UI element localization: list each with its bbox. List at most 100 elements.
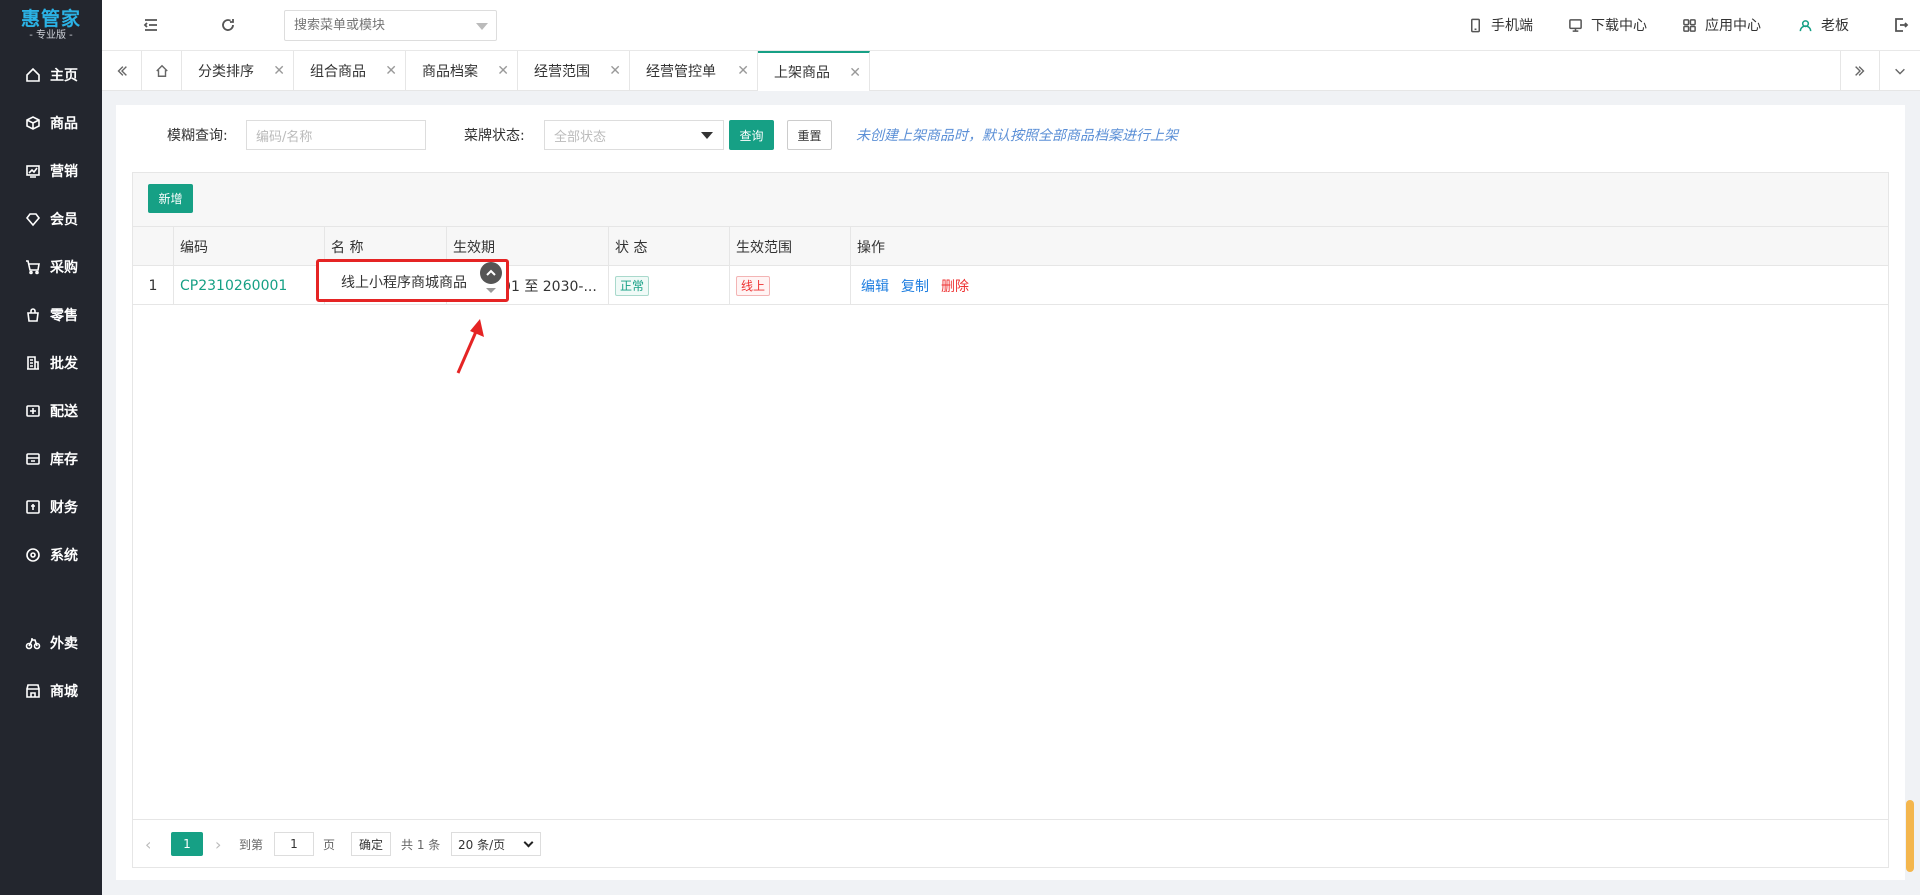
fuzzy-query-input[interactable]: 编码/名称 xyxy=(246,120,426,150)
sidebar-item-retail[interactable]: 零售 xyxy=(0,295,102,335)
close-icon[interactable]: ✕ xyxy=(497,64,509,78)
logout-button[interactable] xyxy=(1890,14,1912,36)
settings-icon xyxy=(24,546,42,564)
sidebar-item-goods[interactable]: 商品 xyxy=(0,103,102,143)
bag-icon xyxy=(24,306,42,324)
row-actions-cell: 编辑 复制 删除 xyxy=(850,266,1888,305)
chart-icon xyxy=(24,162,42,180)
building-icon xyxy=(24,354,42,372)
delete-link[interactable]: 删除 xyxy=(941,276,969,296)
chevron-up-icon[interactable] xyxy=(480,262,502,284)
scroll-down-icon[interactable] xyxy=(486,288,496,293)
close-icon[interactable]: ✕ xyxy=(737,64,749,78)
refresh-button[interactable] xyxy=(217,14,239,36)
menu-search-input[interactable] xyxy=(285,11,465,40)
tab-label: 商品档案 xyxy=(422,64,478,80)
double-chevron-right-icon xyxy=(1855,66,1865,76)
sidebar-item-home[interactable]: 主页 xyxy=(0,55,102,95)
page-size-select[interactable]: 20 条/页 xyxy=(451,832,541,856)
column-header-status: 状 态 xyxy=(608,227,729,266)
warehouse-icon xyxy=(24,450,42,468)
page-current-button[interactable]: 1 xyxy=(171,832,203,856)
annotation-arrow-icon xyxy=(456,319,484,374)
sidebar-item-mall[interactable]: 商城 xyxy=(0,671,102,711)
download-center-link[interactable]: 下载中心 xyxy=(1568,15,1647,35)
tab-home[interactable] xyxy=(142,51,182,91)
logo-main: 惠管家 xyxy=(20,8,81,30)
box-icon xyxy=(24,114,42,132)
monitor-icon xyxy=(1569,18,1582,32)
download-center-label: 下载中心 xyxy=(1591,18,1647,34)
next-page-icon[interactable]: › xyxy=(215,832,221,856)
user-menu[interactable]: 老板 xyxy=(1798,15,1849,35)
reset-button[interactable]: 重置 xyxy=(787,120,832,150)
tab-category-sort[interactable]: 分类排序 ✕ xyxy=(182,51,294,91)
tab-scroll-left-button[interactable] xyxy=(102,51,142,91)
menu-search-select[interactable] xyxy=(284,10,497,41)
row-code-link[interactable]: CP2310260001 xyxy=(180,278,287,294)
sidebar-item-finance[interactable]: 财务 xyxy=(0,487,102,527)
tab-goods-archive[interactable]: 商品档案 ✕ xyxy=(406,51,518,91)
menu-status-select[interactable]: 全部状态 xyxy=(544,120,724,150)
copy-link[interactable]: 复制 xyxy=(901,276,929,296)
sidebar-item-wholesale[interactable]: 批发 xyxy=(0,343,102,383)
name-cell-highlight[interactable]: 线上小程序商城商品 xyxy=(316,259,509,302)
sidebar-item-purchase[interactable]: 采购 xyxy=(0,247,102,287)
menu-toggle-button[interactable] xyxy=(140,14,162,36)
app-center-link[interactable]: 应用中心 xyxy=(1682,15,1761,35)
home-icon xyxy=(155,64,168,77)
hint-text: 未创建上架商品时，默认按照全部商品档案进行上架 xyxy=(856,128,1178,144)
goto-label: 到第 xyxy=(239,837,264,852)
sidebar-item-label: 零售 xyxy=(50,308,78,324)
menu-status-value: 全部状态 xyxy=(554,129,607,145)
sidebar-item-delivery[interactable]: 配送 xyxy=(0,391,102,431)
add-button[interactable]: 新增 xyxy=(148,184,193,213)
sidebar-item-inventory[interactable]: 库存 xyxy=(0,439,102,479)
sidebar-item-system[interactable]: 系统 xyxy=(0,535,102,575)
scope-badge: 线上 xyxy=(736,275,771,296)
page-scrollbar[interactable] xyxy=(1906,800,1914,872)
close-icon[interactable]: ✕ xyxy=(609,64,621,78)
prev-page-icon[interactable]: ‹ xyxy=(145,832,151,856)
sidebar-item-label: 商城 xyxy=(50,684,78,700)
total-count: 共 1 条 xyxy=(401,837,441,852)
refresh-icon xyxy=(222,19,234,31)
sidebar-item-members[interactable]: 会员 xyxy=(0,199,102,239)
edit-link[interactable]: 编辑 xyxy=(861,276,889,296)
tab-business-control[interactable]: 经营管控单 ✕ xyxy=(630,51,758,91)
tab-business-scope[interactable]: 经营范围 ✕ xyxy=(518,51,630,91)
tab-label: 组合商品 xyxy=(310,64,366,80)
column-header-scope: 生效范围 xyxy=(729,227,850,266)
cart-icon xyxy=(24,258,42,276)
tab-more-button[interactable] xyxy=(1880,51,1920,91)
tab-bar: 分类排序 ✕ 组合商品 ✕ 商品档案 ✕ 经营范围 ✕ 经营管控单 ✕ 上架商品… xyxy=(102,51,1920,91)
tab-label: 经营管控单 xyxy=(646,64,716,80)
query-button[interactable]: 查询 xyxy=(729,120,774,150)
finance-icon xyxy=(24,498,42,516)
sidebar-item-label: 营销 xyxy=(50,164,78,180)
tab-listed-goods[interactable]: 上架商品 ✕ xyxy=(758,51,870,91)
sidebar-item-label: 主页 xyxy=(50,68,78,84)
close-icon[interactable]: ✕ xyxy=(385,64,397,78)
tab-label: 上架商品 xyxy=(774,65,830,81)
chevron-down-icon xyxy=(1895,68,1905,75)
user-label: 老板 xyxy=(1821,18,1849,34)
fuzzy-query-label: 模糊查询: xyxy=(167,128,228,144)
column-header-code: 编码 xyxy=(173,227,324,266)
goto-page-input[interactable]: 1 xyxy=(274,832,314,856)
app-center-label: 应用中心 xyxy=(1705,18,1761,34)
tab-label: 分类排序 xyxy=(198,64,254,80)
sidebar-item-takeout[interactable]: 外卖 xyxy=(0,623,102,663)
double-chevron-left-icon xyxy=(117,66,127,76)
sidebar-item-label: 会员 xyxy=(50,212,78,228)
tab-combo-goods[interactable]: 组合商品 ✕ xyxy=(294,51,406,91)
tab-scroll-right-button[interactable] xyxy=(1840,51,1880,91)
column-header-actions: 操作 xyxy=(850,227,1888,266)
mobile-link[interactable]: 手机端 xyxy=(1468,15,1533,35)
goto-confirm-button[interactable]: 确定 xyxy=(351,832,391,856)
logo: 惠管家 - 专业版 - xyxy=(0,0,102,50)
close-icon[interactable]: ✕ xyxy=(849,66,861,80)
sidebar-item-marketing[interactable]: 营销 xyxy=(0,151,102,191)
close-icon[interactable]: ✕ xyxy=(273,64,285,78)
cell-scroll-control[interactable] xyxy=(480,262,502,296)
